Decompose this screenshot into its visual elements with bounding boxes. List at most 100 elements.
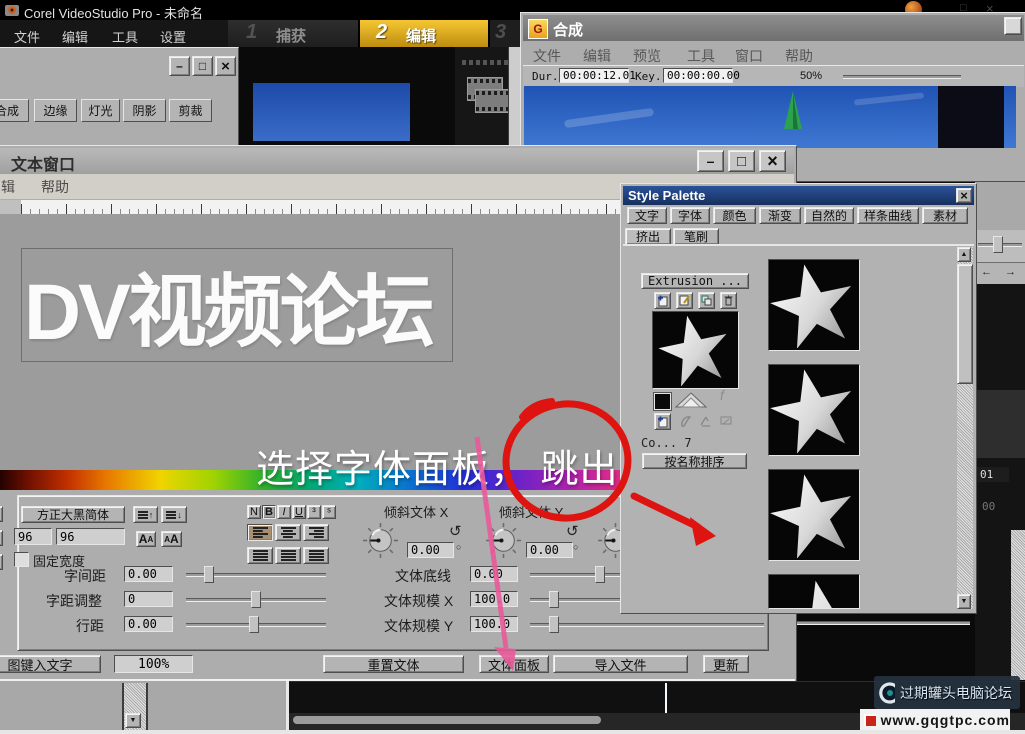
palette-subtab-brush[interactable]: 笔刷: [673, 228, 719, 245]
font-decrease-button[interactable]: A A: [161, 531, 182, 547]
scroll-down-button[interactable]: ▼: [957, 594, 971, 609]
skew-y-field[interactable]: 0.00: [526, 542, 573, 558]
right-scrollbar-track[interactable]: [1011, 530, 1025, 680]
palette-tab-spline[interactable]: 样条曲线: [857, 207, 919, 224]
delete-style-button[interactable]: [720, 292, 737, 309]
tab-crop[interactable]: 剪裁: [169, 99, 212, 122]
timeline-scrollbar-thumb[interactable]: [293, 716, 601, 724]
update-button[interactable]: 更新: [703, 655, 749, 673]
trim-out-icon[interactable]: →: [1005, 266, 1016, 278]
green-cone-object[interactable]: [782, 91, 804, 131]
char-spacing-handle[interactable]: [204, 566, 214, 583]
add-style-button[interactable]: [654, 292, 671, 309]
scale-x-handle[interactable]: [549, 591, 559, 608]
compose-zoom-slider[interactable]: [843, 75, 961, 79]
baseline-handle[interactable]: [595, 566, 605, 583]
main-menu-file[interactable]: 文件: [14, 27, 40, 46]
fixed-width-checkbox[interactable]: [14, 552, 29, 567]
skew-x-field[interactable]: 0.00: [407, 542, 454, 558]
close-button[interactable]: ×: [759, 150, 786, 172]
skew-x-dial[interactable]: [362, 522, 399, 559]
font-increase-button[interactable]: A A: [136, 531, 156, 547]
main-menu-tools[interactable]: 工具: [112, 27, 138, 46]
mini-vertical-scrollbar[interactable]: ▼: [122, 683, 148, 730]
style-thumbnail[interactable]: [768, 259, 860, 351]
skew-y-dial[interactable]: [485, 522, 522, 559]
sort-by-name-button[interactable]: 按名称排序: [642, 453, 747, 469]
palette-tab-gradient[interactable]: 渐变: [759, 207, 801, 224]
copy-style-button[interactable]: [698, 292, 715, 309]
char-spacing-field[interactable]: 0.00: [124, 566, 173, 582]
maximize-button[interactable]: □: [192, 56, 213, 76]
align-left-button[interactable]: [247, 524, 273, 541]
compose-menu-help[interactable]: 帮助: [785, 46, 813, 66]
justify-left-button[interactable]: [247, 547, 273, 564]
style-bold-button[interactable]: B: [262, 505, 276, 519]
kerning-handle[interactable]: [251, 591, 261, 608]
right-slider-handle[interactable]: [993, 236, 1003, 253]
step-tab-edit[interactable]: 2 编辑: [360, 20, 490, 48]
step-tab-share[interactable]: 3: [490, 20, 520, 48]
minimize-button[interactable]: –: [697, 150, 724, 172]
main-menu-edit[interactable]: 编辑: [62, 27, 88, 46]
edit-style-button[interactable]: [676, 292, 693, 309]
close-button[interactable]: ×: [215, 56, 236, 76]
close-button[interactable]: ×: [956, 188, 972, 203]
justify-center-button[interactable]: [275, 547, 301, 564]
import-file-button[interactable]: 导入文件: [553, 655, 688, 673]
scrollbar-thumb[interactable]: [957, 264, 973, 384]
add-color-button[interactable]: [654, 413, 671, 430]
tab-light[interactable]: 灯光: [81, 99, 120, 122]
palette-subtab-extrude[interactable]: 挤出: [625, 228, 671, 245]
compose-menu-window[interactable]: 窗口: [735, 46, 763, 66]
style-normal-button[interactable]: N: [247, 505, 261, 519]
scale-y-slider[interactable]: [530, 623, 764, 627]
style-thumbnail[interactable]: [768, 469, 860, 561]
align-right-button[interactable]: [303, 524, 329, 541]
bevel-preview-icon[interactable]: [674, 391, 708, 409]
compose-menu-tools[interactable]: 工具: [687, 46, 715, 66]
style-subscript-button[interactable]: ˢ: [322, 505, 336, 519]
skew-y-reset-icon[interactable]: ↺: [566, 522, 579, 540]
scroll-down-button[interactable]: ▼: [125, 713, 141, 728]
type-text-button[interactable]: 图键入文字: [0, 655, 101, 673]
compose-menu-preview[interactable]: 预览: [633, 46, 661, 66]
tab-composite[interactable]: 合成: [0, 99, 29, 122]
justify-full-button[interactable]: [303, 547, 329, 564]
style-thumbnail-partial[interactable]: [768, 574, 860, 609]
color-swatch-black[interactable]: [654, 393, 671, 410]
style-italic-button[interactable]: I: [277, 505, 291, 519]
palette-tab-material[interactable]: 素材: [922, 207, 968, 224]
kerning-field[interactable]: 0: [124, 591, 173, 607]
tab-shadow[interactable]: 阴影: [123, 99, 166, 122]
style-superscript-button[interactable]: ³: [307, 505, 321, 519]
tab-border[interactable]: 边缘: [34, 99, 77, 122]
palette-tab-text[interactable]: 文字: [627, 207, 667, 224]
scale-y-handle[interactable]: [549, 616, 559, 633]
compose-menu-edit[interactable]: 编辑: [583, 46, 611, 66]
main-menu-settings[interactable]: 设置: [160, 27, 186, 46]
baseline-field[interactable]: 0.00: [470, 566, 518, 582]
font-size-field-2[interactable]: 96: [56, 528, 125, 545]
palette-scrollbar[interactable]: ▲ ▼: [957, 247, 973, 609]
compose-menu-file[interactable]: 文件: [533, 46, 561, 66]
scale-x-field[interactable]: 100.0: [470, 591, 518, 607]
line-spacing-decrease-button[interactable]: ↓: [161, 506, 187, 523]
timeline-playhead[interactable]: [665, 683, 667, 713]
menu-help[interactable]: 帮助: [41, 177, 69, 197]
text-panel-button[interactable]: 文体面板: [479, 655, 549, 673]
reset-text-button[interactable]: 重置文体: [323, 655, 464, 673]
compose-minimize-button[interactable]: [1004, 17, 1022, 35]
minimize-button[interactable]: –: [169, 56, 190, 76]
film-clip-icon[interactable]: [475, 89, 511, 113]
duration-field[interactable]: 00:00:12.01: [559, 68, 629, 83]
palette-tab-font[interactable]: 字体: [670, 207, 710, 224]
font-name-button[interactable]: 方正大黑简体: [21, 506, 125, 523]
font-size-field[interactable]: 96: [14, 528, 52, 545]
skew-x-reset-icon[interactable]: ↺: [449, 522, 462, 540]
maximize-button[interactable]: □: [728, 150, 755, 172]
palette-tab-color[interactable]: 颜色: [713, 207, 756, 224]
scale-y-field[interactable]: 100.0: [470, 616, 518, 632]
menu-edit-partial[interactable]: 辑: [1, 177, 15, 197]
style-thumbnail[interactable]: [768, 364, 860, 456]
